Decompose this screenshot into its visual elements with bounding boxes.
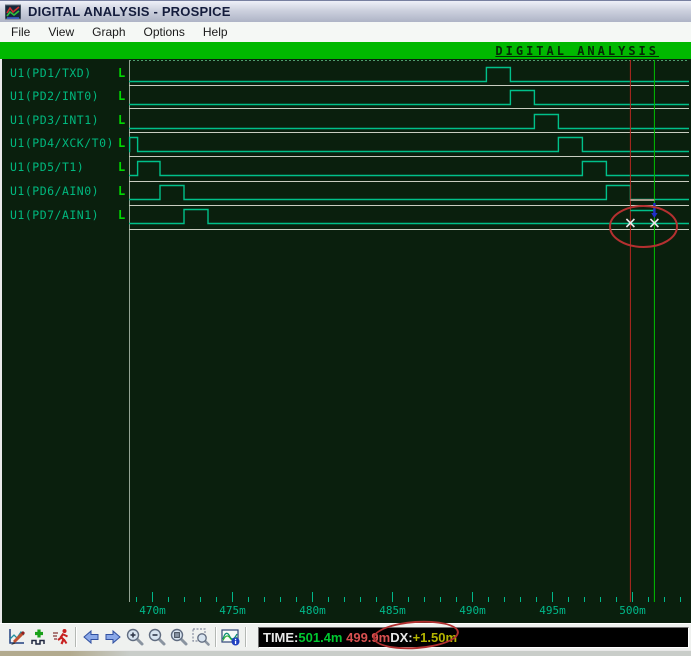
dx-label: DX:	[390, 629, 413, 645]
simulate-icon	[53, 629, 68, 645]
dx-value: +1.50m	[412, 629, 458, 645]
menu-options[interactable]: Options	[135, 23, 194, 41]
add-trace-button[interactable]	[28, 625, 50, 649]
graph-title: DIGITAL ANALYSIS	[495, 43, 659, 58]
svg-text:L: L	[118, 136, 125, 150]
svg-text:L: L	[118, 160, 125, 174]
waveform-plot[interactable]: U1(PD1/TXD) L U1(PD2/INT0) L U1(PD3/INT1) L U1…	[0, 59, 691, 623]
svg-text:U1(PD6/AIN0): U1(PD6/AIN0)	[10, 184, 99, 198]
svg-text:L: L	[118, 113, 125, 127]
arrow-right-icon	[105, 629, 121, 645]
edit-graph-icon	[9, 629, 26, 645]
svg-text:L: L	[118, 208, 125, 222]
svg-text:U1(PD7/AIN1): U1(PD7/AIN1)	[10, 208, 99, 222]
cursor-time-value: 501.4m	[298, 629, 343, 645]
svg-text:L: L	[118, 184, 125, 198]
toolbar-separator	[75, 627, 77, 647]
zoom-area-button[interactable]	[190, 625, 212, 649]
zoom-fit-button[interactable]	[168, 625, 190, 649]
toolbar-separator	[215, 627, 217, 647]
zoom-in-button[interactable]	[124, 625, 146, 649]
window-title: DIGITAL ANALYSIS - PROSPICE	[28, 4, 231, 19]
add-trace-icon	[31, 629, 45, 645]
waveform-canvas[interactable]: U1(PD1/TXD) L U1(PD2/INT0) L U1(PD3/INT1) L U1…	[2, 59, 691, 623]
window-bottom-edge	[0, 650, 691, 656]
arrow-left-icon	[83, 629, 99, 645]
svg-text:475m: 475m	[219, 604, 246, 617]
edit-graph-button[interactable]	[6, 625, 28, 649]
svg-text:U1(PD2/INT0): U1(PD2/INT0)	[10, 89, 99, 103]
graph-info-button[interactable]	[220, 625, 242, 649]
svg-text:490m: 490m	[459, 604, 486, 617]
app-icon	[5, 4, 21, 20]
time-label: TIME:	[263, 629, 299, 645]
svg-text:495m: 495m	[539, 604, 566, 617]
zoom-out-icon	[148, 628, 166, 646]
zoom-out-button[interactable]	[146, 625, 168, 649]
svg-text:L: L	[118, 66, 125, 80]
svg-text:485m: 485m	[379, 604, 406, 617]
svg-text:500m: 500m	[619, 604, 646, 617]
menu-graph[interactable]: Graph	[83, 23, 134, 41]
graph-info-icon	[221, 629, 240, 646]
reference-time-value: 499.9m	[346, 629, 391, 645]
zoom-fit-icon	[170, 628, 188, 646]
pan-right-button[interactable]	[102, 625, 124, 649]
menu-bar: File View Graph Options Help	[0, 22, 691, 42]
svg-text:L: L	[118, 89, 125, 103]
cursor-status-panel: TIME: 501.4m 499.9m DX: +1.50m	[258, 626, 689, 648]
svg-text:U1(PD3/INT1): U1(PD3/INT1)	[10, 113, 99, 127]
menu-help[interactable]: Help	[194, 23, 237, 41]
menu-file[interactable]: File	[2, 23, 39, 41]
graph-title-banner: DIGITAL ANALYSIS	[0, 42, 691, 59]
svg-text:480m: 480m	[299, 604, 326, 617]
svg-text:U1(PD1/TXD): U1(PD1/TXD)	[10, 66, 92, 80]
simulate-button[interactable]	[50, 625, 72, 649]
svg-text:470m: 470m	[139, 604, 166, 617]
toolbar-separator	[245, 627, 247, 647]
zoom-area-icon	[192, 628, 210, 646]
pan-left-button[interactable]	[80, 625, 102, 649]
svg-text:U1(PD4/XCK/T0): U1(PD4/XCK/T0)	[10, 136, 114, 150]
zoom-in-icon	[126, 628, 144, 646]
menu-view[interactable]: View	[39, 23, 83, 41]
svg-text:U1(PD5/T1): U1(PD5/T1)	[10, 160, 84, 174]
toolbar: TIME: 501.4m 499.9m DX: +1.50m	[0, 623, 691, 650]
title-bar[interactable]: DIGITAL ANALYSIS - PROSPICE	[0, 0, 691, 22]
prospice-window: DIGITAL ANALYSIS - PROSPICE File View Gr…	[0, 0, 691, 656]
